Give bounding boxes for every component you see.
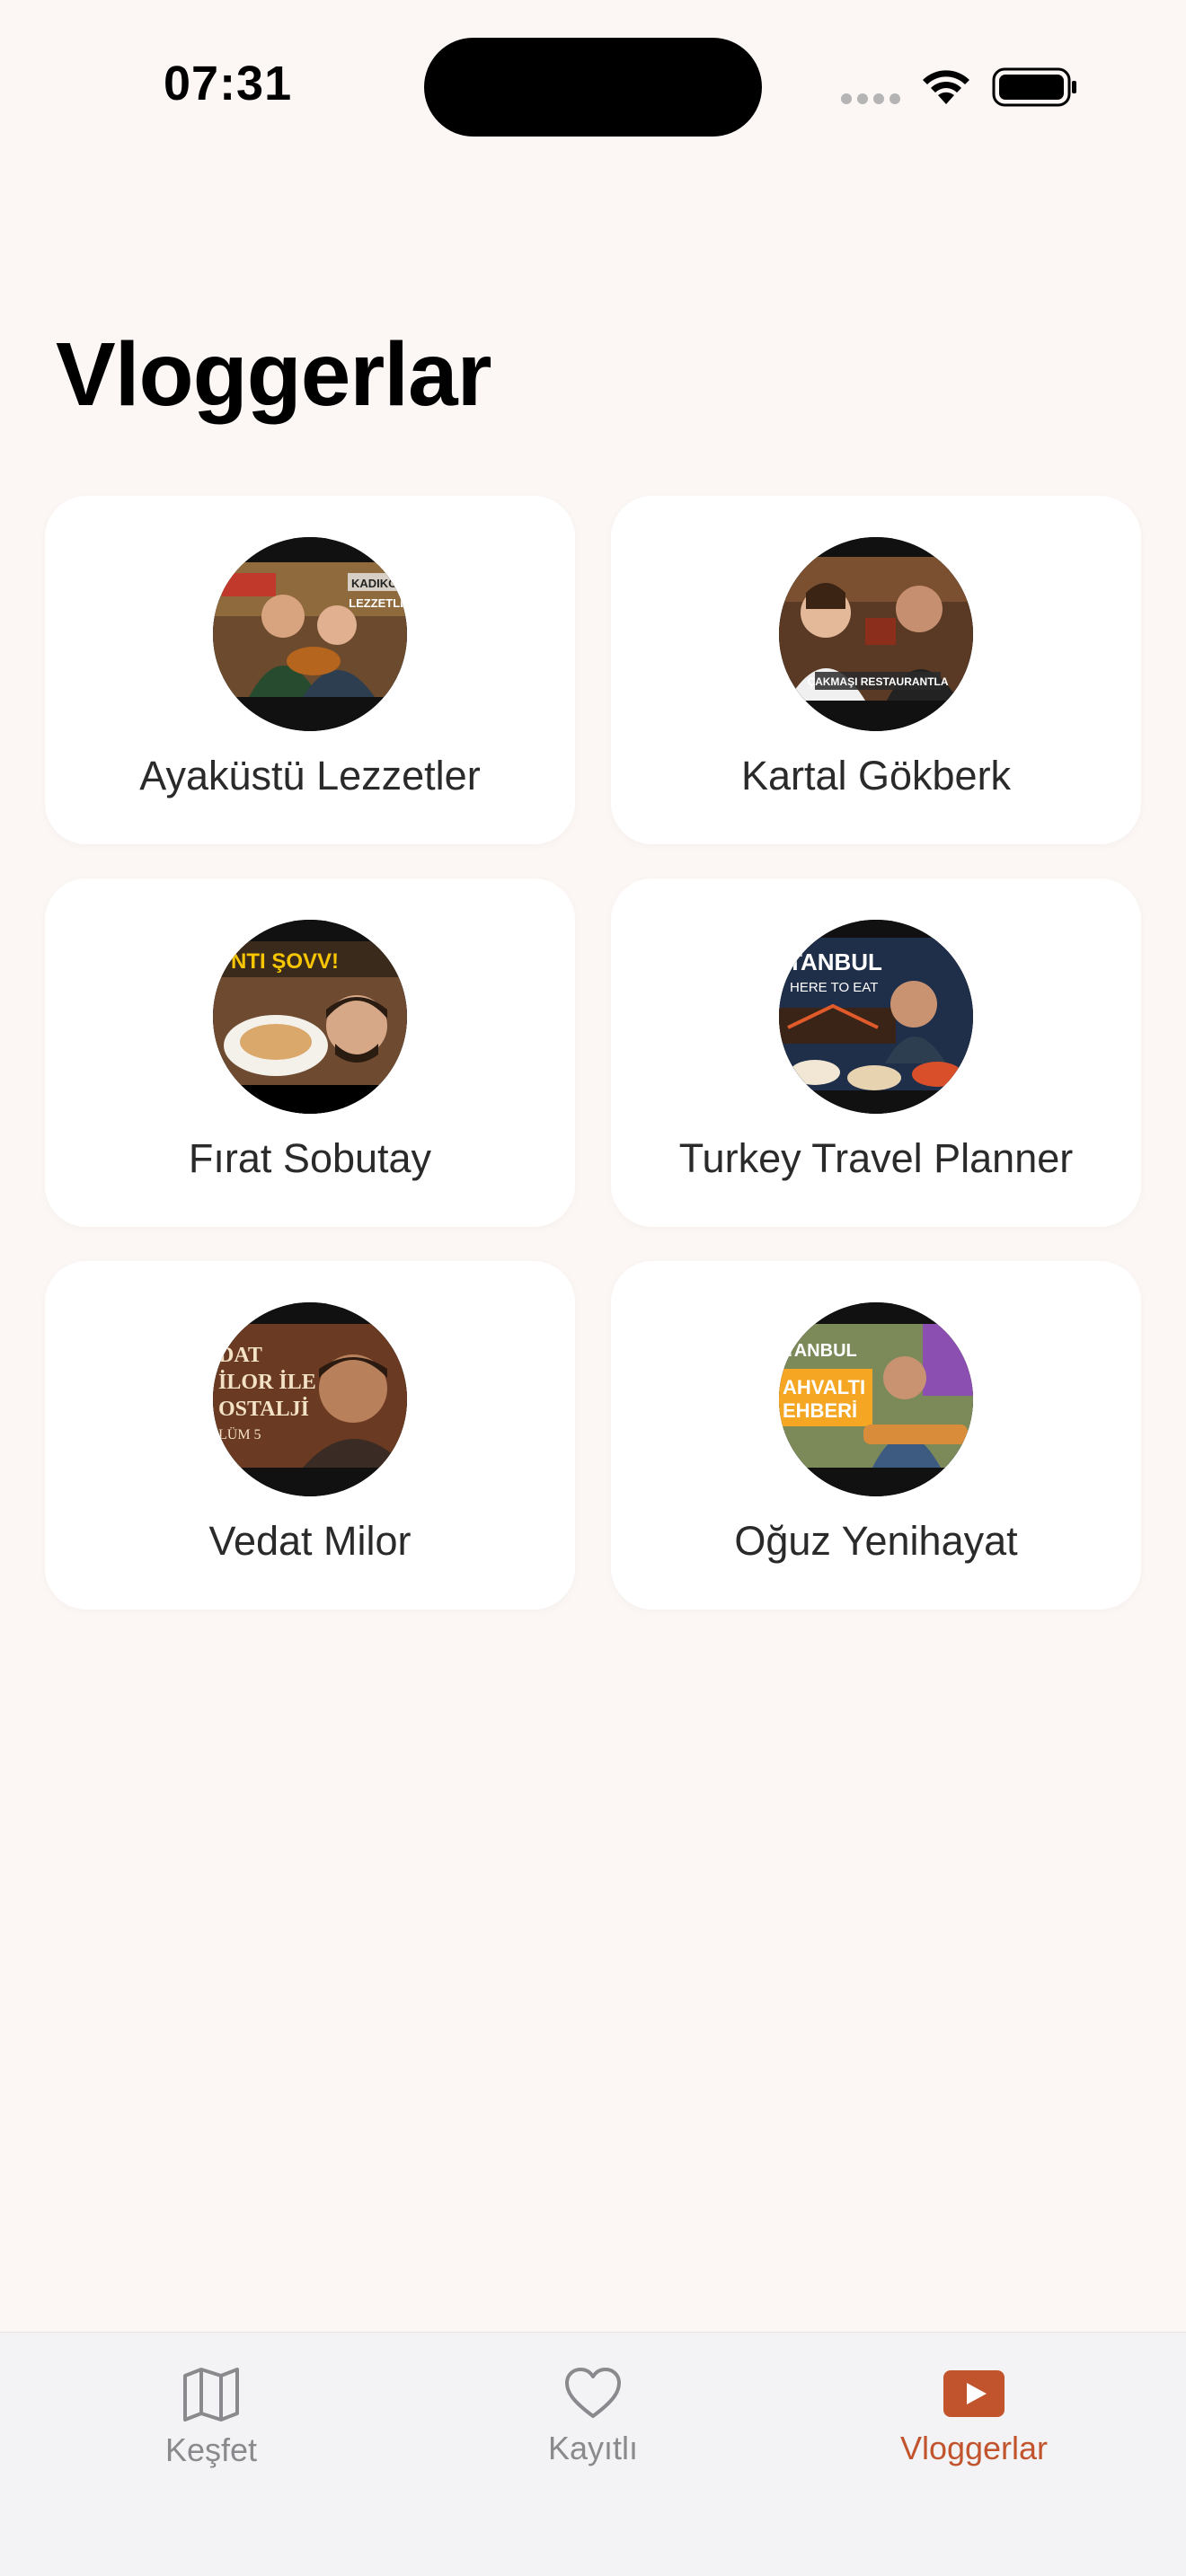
vlogger-card-kartal-gokberk[interactable]: ÇAKMAŞI RESTAURANTLA Kartal Gökberk xyxy=(611,496,1141,844)
vlogger-name: Turkey Travel Planner xyxy=(678,1135,1074,1181)
battery-icon xyxy=(992,67,1076,107)
vlogger-card-vedat-milor[interactable]: DAT İLOR İLE OSTALJİ LÜM 5 Vedat Milor xyxy=(45,1261,575,1610)
svg-text:TANBUL: TANBUL xyxy=(784,1341,857,1361)
vlogger-name: Fırat Sobutay xyxy=(188,1135,432,1181)
dynamic-island xyxy=(424,38,762,137)
screen: 07:31 Vloggerlar KADIKÖY LEZZETLE Ayaküs… xyxy=(0,0,1186,2576)
vlogger-avatar: NTI ŞOVV! xyxy=(213,920,407,1114)
play-icon xyxy=(943,2370,1005,2417)
heart-icon xyxy=(565,2368,621,2418)
vlogger-name: Ayaküstü Lezzetler xyxy=(139,753,481,798)
vlogger-card-turkey-travel-planner[interactable]: TANBUL HERE TO EAT Turkey Travel Planner xyxy=(611,878,1141,1227)
tab-bar: Keşfet Kayıtlı Vloggerlar xyxy=(0,2332,1186,2576)
svg-text:KADIKÖY: KADIKÖY xyxy=(351,577,405,590)
svg-text:LEZZETLE: LEZZETLE xyxy=(349,596,407,610)
tab-vloggerlar[interactable]: Vloggerlar xyxy=(839,2367,1109,2467)
wifi-icon xyxy=(923,70,969,104)
svg-text:TANBUL: TANBUL xyxy=(788,948,882,975)
tab-label: Keşfet xyxy=(164,2431,258,2468)
vlogger-avatar: KADIKÖY LEZZETLE xyxy=(213,537,407,731)
svg-text:ÇAKMAŞI RESTAURANTLA: ÇAKMAŞI RESTAURANTLA xyxy=(807,675,948,688)
vlogger-name: Oğuz Yenihayat xyxy=(734,1518,1018,1564)
svg-text:AHVALTI: AHVALTI xyxy=(783,1376,865,1398)
page-title: Vloggerlar xyxy=(56,324,492,425)
svg-text:OSTALJİ: OSTALJİ xyxy=(218,1398,309,1421)
vlogger-avatar: TANBUL HERE TO EAT xyxy=(779,920,973,1114)
vlogger-avatar: DAT İLOR İLE OSTALJİ LÜM 5 xyxy=(213,1302,407,1496)
vlogger-name: Vedat Milor xyxy=(208,1518,412,1564)
svg-text:LÜM 5: LÜM 5 xyxy=(218,1426,261,1442)
map-icon xyxy=(183,2368,239,2422)
status-time: 07:31 xyxy=(164,57,293,110)
svg-text:HERE TO EAT: HERE TO EAT xyxy=(790,980,878,995)
vlogger-name: Kartal Gökberk xyxy=(740,753,1012,798)
tab-kesfet[interactable]: Keşfet xyxy=(76,2367,346,2469)
vlogger-avatar: TANBUL AHVALTI EHBERİ xyxy=(779,1302,973,1496)
vlogger-avatar: ÇAKMAŞI RESTAURANTLA xyxy=(779,537,973,731)
tab-kayitli[interactable]: Kayıtlı xyxy=(458,2367,728,2467)
svg-text:NTI ŞOVV!: NTI ŞOVV! xyxy=(231,949,339,974)
svg-text:DAT: DAT xyxy=(218,1344,262,1367)
svg-text:EHBERİ: EHBERİ xyxy=(783,1399,857,1422)
tab-label: Vloggerlar xyxy=(899,2430,1049,2466)
svg-text:İLOR İLE: İLOR İLE xyxy=(218,1371,316,1394)
tab-label: Kayıtlı xyxy=(547,2430,639,2466)
vlogger-card-oguz-yenihayat[interactable]: TANBUL AHVALTI EHBERİ Oğuz Yenihayat xyxy=(611,1261,1141,1610)
vlogger-card-firat-sobutay[interactable]: NTI ŞOVV! Fırat Sobutay xyxy=(45,878,575,1227)
cellular-signal-icon xyxy=(841,93,900,104)
vlogger-card-ayakustu-lezzetler[interactable]: KADIKÖY LEZZETLE Ayaküstü Lezzetler xyxy=(45,496,575,844)
